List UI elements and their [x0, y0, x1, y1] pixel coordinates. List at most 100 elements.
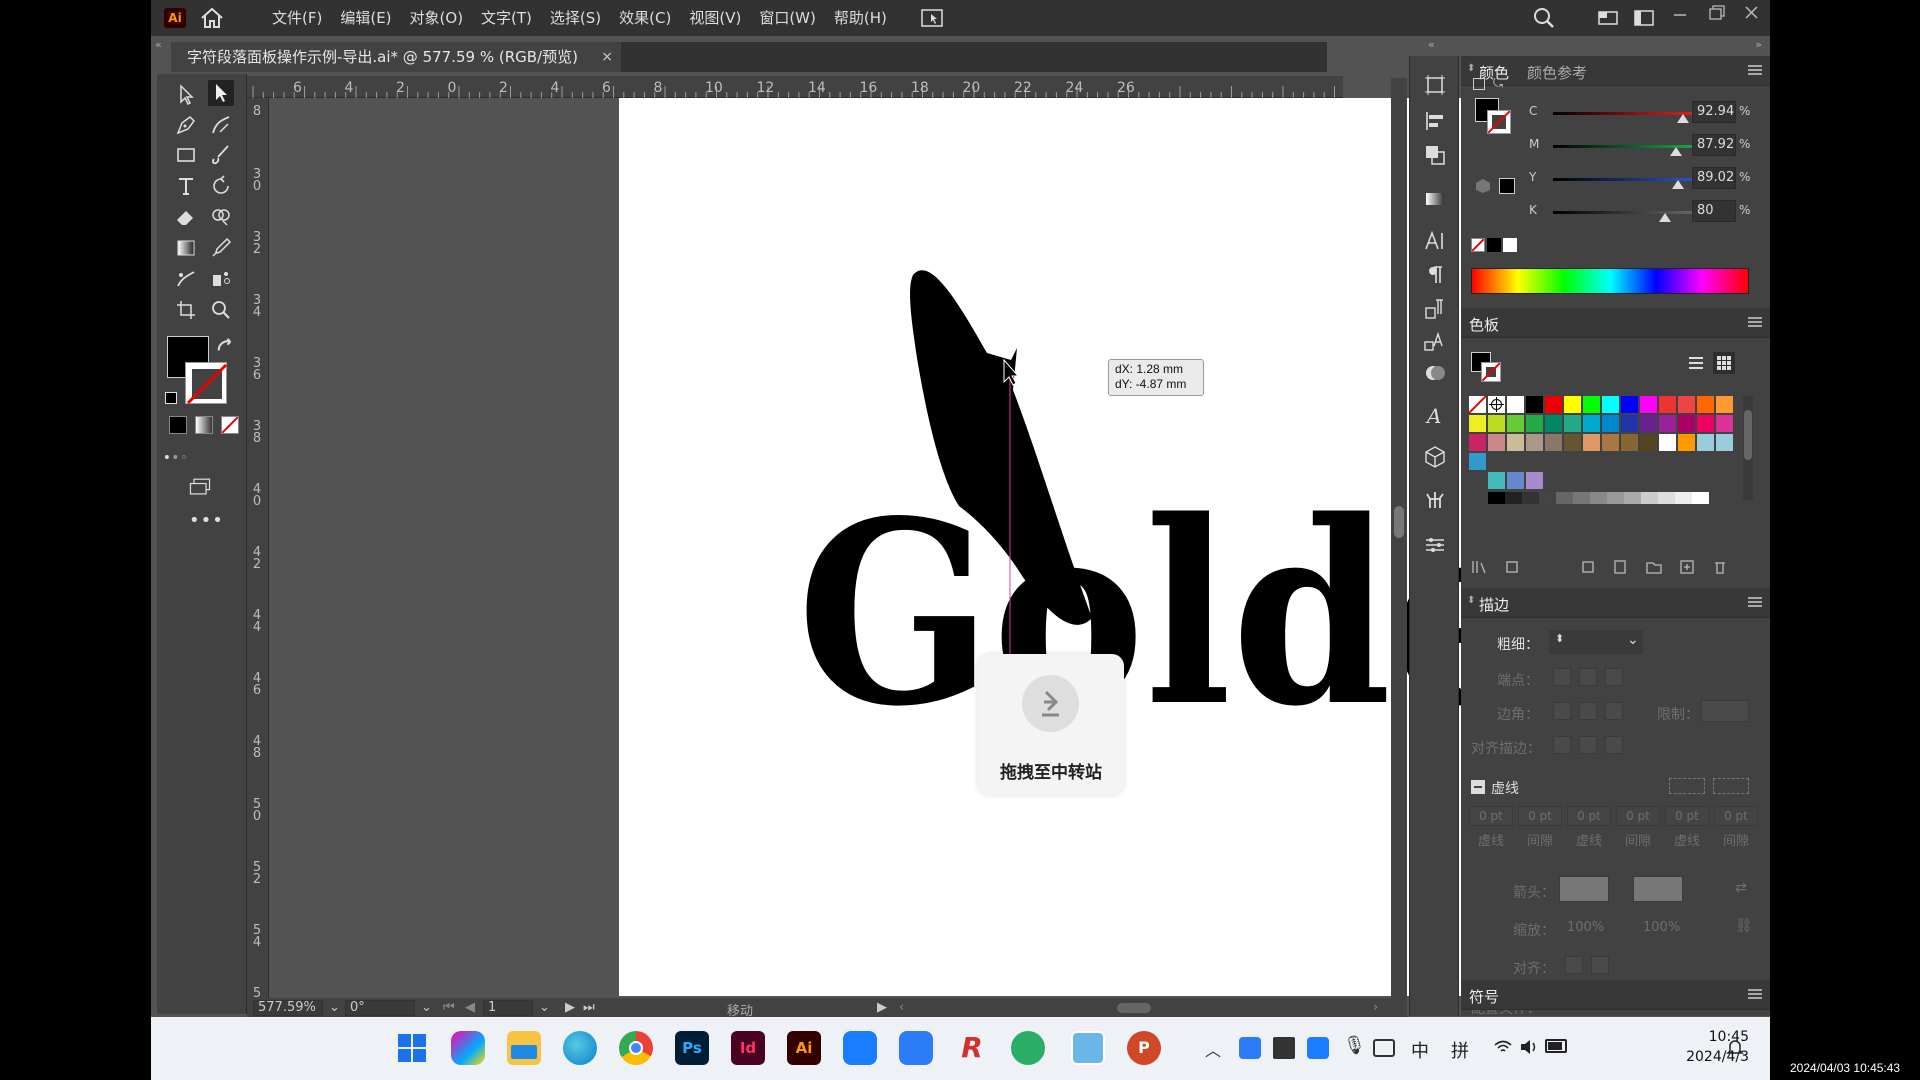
paintbrush-tool-icon[interactable]	[208, 142, 234, 168]
scroll-right-icon[interactable]: ›	[1373, 1000, 1378, 1015]
none-swatch[interactable]	[1471, 238, 1485, 252]
battery-icon[interactable]	[1545, 1039, 1567, 1053]
symbol-sprayer-tool-icon[interactable]	[208, 266, 234, 292]
keyboard-icon[interactable]	[1373, 1039, 1395, 1057]
document-tab[interactable]: 字符段落面板操作示例-导出.ai* @ 577.59 % (RGB/预览) ×	[171, 42, 621, 72]
gradient-mode-button[interactable]	[195, 416, 213, 434]
file-explorer-icon[interactable]	[507, 1031, 541, 1065]
swatch[interactable]	[1697, 434, 1714, 451]
stroke-panel-menu-icon[interactable]	[1748, 596, 1762, 608]
default-fill-stroke-icon[interactable]	[1473, 78, 1485, 90]
ime-mode-label[interactable]: 中	[1411, 1037, 1429, 1063]
horizontal-ruler[interactable]: 6 4 2 0 2 4 6 8 10 12 14 16 18 20 22 24 26	[247, 76, 1343, 98]
rotation-field[interactable]: 0°	[345, 1000, 415, 1016]
menu-help[interactable]: 帮助(H)	[825, 0, 896, 36]
swatch[interactable]	[1716, 396, 1733, 413]
menu-effect[interactable]: 效果(C)	[610, 0, 680, 36]
swatch[interactable]	[1583, 396, 1600, 413]
swatch[interactable]	[1659, 415, 1676, 432]
h-scroll-thumb[interactable]	[1117, 1003, 1151, 1013]
swatch[interactable]	[1716, 415, 1733, 432]
scroll-thumb[interactable]	[1394, 506, 1404, 538]
character-styles-icon[interactable]	[1422, 328, 1448, 354]
r-app-icon[interactable]: R	[955, 1031, 989, 1065]
rectangle-tool-icon[interactable]	[173, 142, 199, 168]
square-cap-button[interactable]	[1605, 668, 1623, 686]
artboard-dropdown-icon[interactable]: ⌄	[539, 1000, 550, 1015]
menu-type[interactable]: 文字(T)	[472, 0, 541, 36]
swatch-gray[interactable]	[1522, 492, 1539, 504]
pattern-swatch[interactable]	[1469, 453, 1486, 470]
align-outside-button[interactable]	[1605, 736, 1623, 754]
collapse-strip-icon[interactable]: «	[1428, 38, 1435, 51]
swatch[interactable]	[1678, 415, 1695, 432]
status-menu-icon[interactable]: ▶	[877, 1000, 887, 1015]
shape-builder-tool-icon[interactable]	[208, 204, 234, 230]
preserve-dash-button[interactable]	[1669, 778, 1705, 794]
swatch-gray[interactable]	[1641, 492, 1658, 504]
swatch[interactable]	[1526, 415, 1543, 432]
3d-panel-icon[interactable]	[1422, 444, 1448, 470]
channel-value-input[interactable]: 92.94	[1692, 101, 1736, 123]
menu-object[interactable]: 对象(O)	[401, 0, 473, 36]
dash-gap-input[interactable]: 0 pt	[1567, 806, 1611, 826]
none-mode-button[interactable]	[221, 416, 239, 434]
swatch[interactable]	[1678, 396, 1695, 413]
puppet-panel-icon[interactable]	[1422, 486, 1448, 512]
dash-gap-input[interactable]: 0 pt	[1518, 806, 1562, 826]
scale-start-field[interactable]: 100%	[1567, 920, 1604, 935]
channel-slider-knob[interactable]	[1671, 180, 1684, 189]
arrange-documents-icon[interactable]	[921, 8, 943, 28]
swatch[interactable]	[1469, 415, 1486, 432]
swatch-group-color[interactable]	[1507, 472, 1524, 489]
illustrator-icon[interactable]: Ai	[787, 1031, 821, 1065]
chrome-icon[interactable]	[619, 1031, 653, 1065]
weight-stepper-icon[interactable]: ⬍	[1555, 632, 1564, 645]
swatch[interactable]	[1545, 396, 1562, 413]
prev-artboard-icon[interactable]: ◀	[465, 1000, 475, 1015]
menu-select[interactable]: 选择(S)	[541, 0, 610, 36]
swatch[interactable]	[1659, 396, 1676, 413]
default-colors-icon[interactable]	[165, 392, 177, 404]
swatch-grid[interactable]	[1468, 395, 1735, 522]
draw-mode-icons[interactable]	[163, 444, 243, 462]
swatch[interactable]	[1640, 434, 1657, 451]
collapse-icon[interactable]: «	[155, 38, 162, 51]
swatch-group-color[interactable]	[1488, 472, 1505, 489]
swap-fill-stroke-icon[interactable]	[213, 336, 232, 354]
paragraph-panel-icon[interactable]	[1422, 262, 1448, 288]
tray-app3-icon[interactable]	[1307, 1037, 1329, 1059]
gradient-panel-icon[interactable]	[1422, 186, 1448, 212]
artboard-tool-icon[interactable]	[173, 297, 199, 323]
eyedropper-tool-icon[interactable]	[208, 235, 234, 261]
swatch[interactable]	[1621, 434, 1638, 451]
swatch-group-color[interactable]	[1526, 472, 1543, 489]
tray-app1-icon[interactable]	[1239, 1037, 1261, 1059]
next-artboard-icon[interactable]: ▶	[565, 1000, 575, 1015]
pen-tool-icon[interactable]	[173, 112, 199, 138]
swatch-gray[interactable]	[1573, 492, 1590, 504]
home-icon[interactable]	[199, 6, 225, 30]
eraser-tool-icon[interactable]	[173, 204, 199, 230]
swatch[interactable]	[1564, 396, 1581, 413]
search-icon[interactable]	[1526, 0, 1562, 36]
swatch[interactable]	[1621, 396, 1638, 413]
properties-panel-icon[interactable]	[1422, 532, 1448, 558]
bevel-join-button[interactable]	[1605, 702, 1623, 720]
wifi-icon[interactable]	[1493, 1037, 1513, 1057]
swatch[interactable]	[1602, 434, 1619, 451]
tray-overflow-icon[interactable]: ︿	[1205, 1037, 1221, 1061]
arrow-align-place-button[interactable]	[1591, 956, 1609, 974]
swatch[interactable]	[1488, 415, 1505, 432]
dash-gap-input[interactable]: 0 pt	[1469, 806, 1513, 826]
swatch-gray[interactable]	[1556, 492, 1573, 504]
artboard[interactable]: Golde	[619, 98, 1505, 996]
round-join-button[interactable]	[1579, 702, 1597, 720]
wechat-icon[interactable]	[1011, 1031, 1045, 1065]
color-panel-menu-icon[interactable]	[1748, 64, 1762, 76]
scale-end-field[interactable]: 100%	[1643, 920, 1680, 935]
miter-join-button[interactable]	[1553, 702, 1571, 720]
copilot-icon[interactable]	[451, 1031, 485, 1065]
swatch[interactable]	[1602, 415, 1619, 432]
arrow-align-extend-button[interactable]	[1565, 956, 1583, 974]
